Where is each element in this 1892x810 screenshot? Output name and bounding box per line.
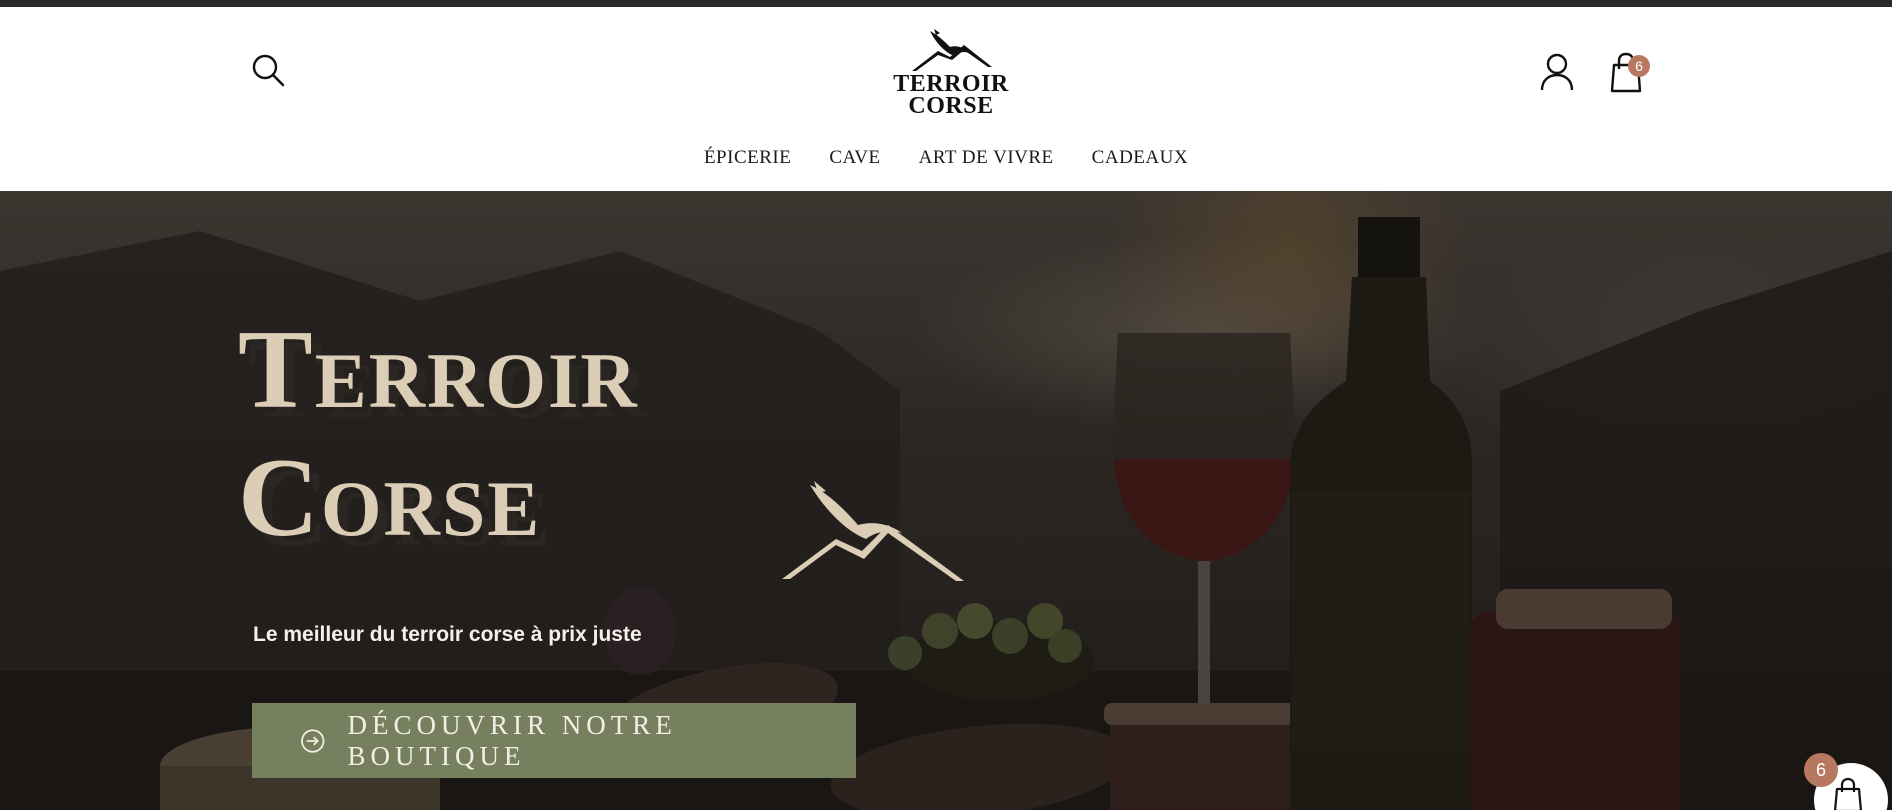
discover-shop-label: DÉCOUVRIR NOTRE BOUTIQUE <box>347 709 677 771</box>
hero-banner: Terroir Corse Le meilleur du terroir cor… <box>0 191 1892 810</box>
nav-item-art-de-vivre[interactable]: ART DE VIVRE <box>919 147 1054 169</box>
site-logo[interactable]: TERROIR CORSE <box>888 27 1014 127</box>
top-bar <box>0 0 1892 7</box>
discover-shop-button[interactable]: DÉCOUVRIR NOTRE BOUTIQUE <box>252 703 856 778</box>
hero-title-line1: Terroir <box>238 308 639 432</box>
nav-item-epicerie[interactable]: ÉPICERIE <box>704 147 791 169</box>
shopping-bag-icon <box>1833 777 1863 810</box>
nav-item-cave[interactable]: CAVE <box>829 147 880 169</box>
eagle-mountain-icon <box>912 29 992 71</box>
account-button[interactable] <box>1538 52 1576 94</box>
logo-text-line1: TERROIR <box>893 71 1009 97</box>
logo-text-line2: CORSE <box>908 93 994 119</box>
main-navigation: ÉPICERIE CAVE ART DE VIVRE CADEAUX <box>0 147 1892 169</box>
floating-cart-count-badge: 6 <box>1804 753 1838 787</box>
search-button[interactable] <box>250 52 288 90</box>
user-icon <box>1540 53 1574 91</box>
cart-count-badge: 6 <box>1628 55 1650 77</box>
search-icon <box>252 54 285 87</box>
hero-title-line2: Corse <box>238 436 542 560</box>
eagle-mountain-icon <box>782 481 964 581</box>
hero-title: Terroir Corse <box>238 306 798 562</box>
hero-tagline: Le meilleur du terroir corse à prix just… <box>253 623 642 646</box>
arrow-circle-right-icon <box>301 728 325 753</box>
nav-item-cadeaux[interactable]: CADEAUX <box>1092 147 1188 169</box>
site-header: TERROIR CORSE 6 ÉPICERIE CAVE ART DE VIV… <box>0 7 1892 191</box>
